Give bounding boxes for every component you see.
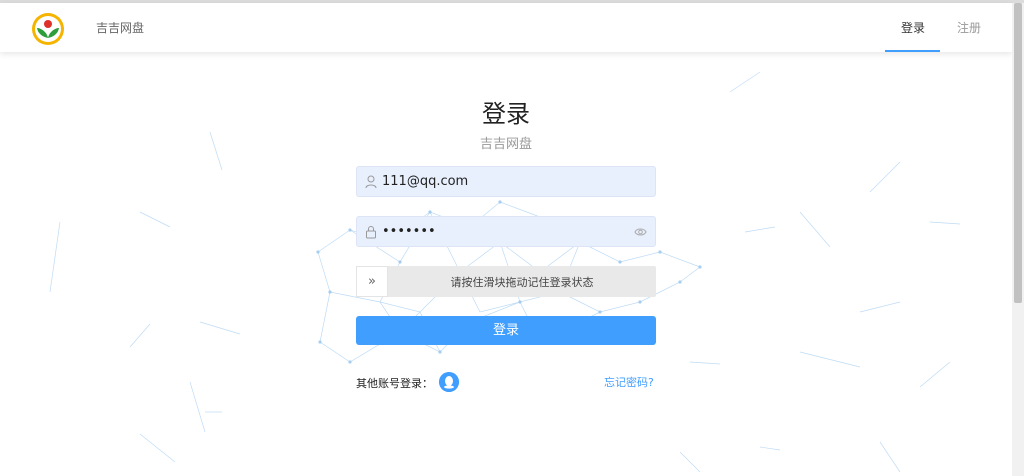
slider-hint: 请按住滑块拖动记住登录状态 [450,276,594,289]
username-value[interactable]: 111@qq.com [382,174,468,189]
nav-active-indicator [885,50,940,52]
password-value[interactable]: ••••••• [382,224,436,239]
qq-icon[interactable] [439,372,459,392]
header-bar: 吉吉网盘 登录 注册 [0,3,1012,52]
user-icon [365,175,377,189]
login-title: 登录 [482,100,530,128]
username-field[interactable]: 111@qq.com [356,166,656,197]
login-button[interactable]: 登录 [356,316,656,345]
leaf-logo-icon[interactable] [31,12,65,46]
forgot-password-link[interactable]: 忘记密码? [604,374,654,390]
page-scrollbar[interactable] [1012,3,1024,476]
scrollbar-thumb[interactable] [1014,3,1022,303]
remember-slider[interactable]: » 请按住滑块拖动记住登录状态 [356,266,656,297]
nav-login[interactable]: 登录 [901,19,925,36]
nav-register[interactable]: 注册 [957,19,981,36]
login-subtitle: 吉吉网盘 [479,137,532,152]
brand-name: 吉吉网盘 [96,21,145,35]
lock-icon [366,226,376,239]
other-login-label: 其他账号登录： [356,377,433,390]
slider-handle[interactable]: » [356,266,388,297]
eye-icon[interactable] [634,226,647,238]
password-field[interactable]: ••••••• [356,216,656,247]
